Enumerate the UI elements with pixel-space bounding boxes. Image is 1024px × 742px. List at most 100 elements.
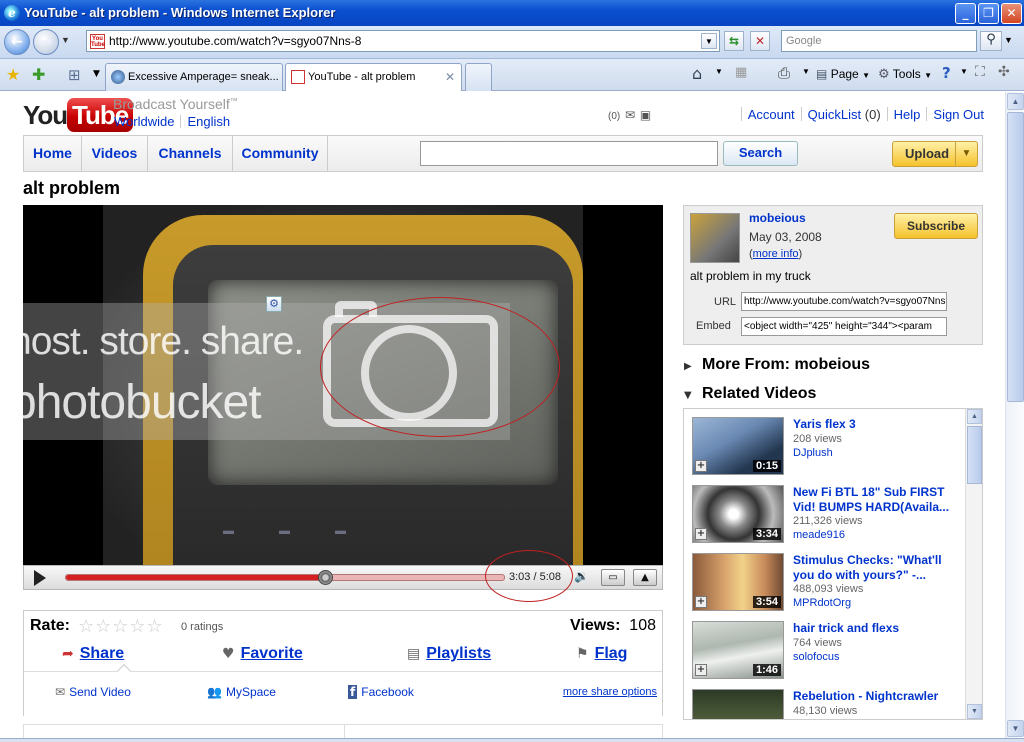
related-video-item[interactable]: Rebelution - Nightcrawler 48,130 views (692, 689, 962, 719)
fullscreen-icon[interactable]: ▲ (633, 569, 657, 586)
embed-field[interactable]: <object width="425" height="344"><param (741, 317, 947, 336)
favorite-button[interactable]: ♥ Favorite (222, 645, 303, 663)
page-menu[interactable]: ▤ Page ▼ (816, 67, 870, 81)
address-dropdown-button[interactable]: ▼ (701, 33, 717, 49)
help-dropdown[interactable]: ▼ (960, 67, 968, 76)
add-to-quicklist-icon[interactable]: + (695, 596, 707, 608)
related-user[interactable]: meade916 (793, 529, 845, 541)
send-video-link[interactable]: ✉ Send Video (55, 685, 131, 699)
related-title[interactable]: Stimulus Checks: "What'll you do with yo… (793, 553, 961, 583)
related-thumbnail[interactable]: + 0:15 (692, 417, 784, 475)
related-user[interactable]: MPRdotOrg (793, 597, 851, 609)
related-title[interactable]: Rebelution - Nightcrawler (793, 689, 961, 704)
flag-button[interactable]: ⚑ Flag (576, 645, 627, 663)
mail-icon[interactable]: ✉ (625, 108, 635, 122)
progress-bar[interactable] (65, 570, 505, 585)
language-link[interactable]: English (187, 114, 230, 129)
browser-search-button[interactable]: ⚲ (980, 31, 1002, 51)
address-field[interactable]: You Tube http://www.youtube.com/watch?v=s… (86, 30, 720, 52)
nav-home[interactable]: Home (24, 136, 82, 171)
page-scrollbar[interactable]: ▲ ▼ (1005, 92, 1024, 738)
tv-icon[interactable]: ▣ (640, 108, 651, 122)
print-dropdown[interactable]: ▼ (802, 67, 810, 76)
quicklist-link[interactable]: QuickList (808, 107, 861, 122)
nav-community[interactable]: Community (233, 136, 328, 171)
favorites-star-icon[interactable]: ★ (6, 65, 20, 84)
related-user[interactable]: DJplush (793, 447, 833, 459)
related-scroll-down[interactable]: ▼ (967, 704, 982, 719)
channel-avatar[interactable] (690, 213, 740, 263)
nav-channels[interactable]: Channels (148, 136, 233, 171)
scroll-thumb[interactable] (1007, 112, 1024, 402)
tab-youtube-alt-problem[interactable]: YouTube - alt problem ✕ (285, 63, 462, 91)
play-icon[interactable] (34, 570, 46, 586)
related-videos-header[interactable]: ▼ Related Videos (684, 385, 816, 403)
related-scrollbar[interactable]: ▲ ▼ (965, 409, 982, 719)
browser-search-field[interactable]: Google (781, 30, 977, 52)
related-video-item[interactable]: + 0:15 Yaris flex 3 208 views DJplush (692, 417, 962, 477)
playlists-button[interactable]: ▤ Playlists (407, 645, 491, 663)
related-video-item[interactable]: + 3:54 Stimulus Checks: "What'll you do … (692, 553, 962, 613)
sign-out-link[interactable]: Sign Out (933, 107, 984, 122)
channel-name-link[interactable]: mobeious (749, 211, 806, 225)
tab-excessive-amperage[interactable]: Excessive Amperage= sneak... (105, 63, 283, 91)
more-share-options-link[interactable]: more share options (563, 686, 657, 698)
account-link[interactable]: Account (748, 107, 795, 122)
home-dropdown[interactable]: ▼ (715, 67, 723, 76)
myspace-link[interactable]: 👥 MySpace (207, 685, 276, 699)
gear-icon[interactable]: ⚙ (266, 296, 282, 312)
url-field[interactable]: http://www.youtube.com/watch?v=sgyo07Nns… (741, 292, 947, 311)
volume-icon[interactable]: 🔉 (574, 569, 589, 583)
share-button[interactable]: ➦ Share (62, 645, 124, 663)
print-icon[interactable]: ⎙ (778, 64, 790, 82)
progress-scrubber[interactable] (318, 570, 333, 585)
site-search-input[interactable] (420, 141, 718, 166)
feeds-icon[interactable]: ▦ (735, 65, 747, 80)
add-to-quicklist-icon[interactable]: + (695, 460, 707, 472)
related-video-item[interactable]: + 1:46 hair trick and flexs 764 views so… (692, 621, 962, 681)
related-scroll-up[interactable]: ▲ (967, 409, 982, 424)
related-thumbnail[interactable]: + 3:54 (692, 553, 784, 611)
maximize-button[interactable]: ❐ (978, 3, 999, 24)
add-favorite-icon[interactable]: ✚ (32, 65, 45, 84)
toolbar-extension-icon[interactable]: ✣ (998, 64, 1010, 80)
related-thumbnail[interactable]: + 3:34 (692, 485, 784, 543)
help-icon[interactable]: ? (942, 64, 951, 82)
help-link[interactable]: Help (894, 107, 921, 122)
inbox-indicator[interactable]: (0) ✉ ▣ (608, 108, 651, 122)
minimize-button[interactable]: _ (955, 3, 976, 24)
tab-list-dropdown[interactable]: ▼ (93, 69, 100, 79)
related-video-item[interactable]: + 3:34 New Fi BTL 18" Sub FIRST Vid! BUM… (692, 485, 962, 545)
close-tab-icon[interactable]: ✕ (445, 70, 455, 84)
related-thumbnail[interactable]: + 1:46 (692, 621, 784, 679)
stop-button[interactable]: ✕ (750, 31, 770, 51)
more-from-header[interactable]: ▶ More From: mobeious (684, 356, 870, 374)
search-provider-dropdown[interactable]: ▼ (1004, 35, 1013, 45)
related-title[interactable]: Yaris flex 3 (793, 417, 961, 432)
related-user[interactable]: solofocus (793, 651, 839, 663)
nav-videos[interactable]: Videos (82, 136, 148, 171)
tools-menu[interactable]: ⚙ Tools ▼ (878, 67, 932, 82)
close-window-button[interactable]: ✕ (1001, 3, 1022, 24)
subscribe-button[interactable]: Subscribe (894, 213, 978, 239)
upload-button[interactable]: Upload ▼ (892, 141, 978, 167)
home-icon[interactable]: ⌂ (692, 64, 702, 83)
scroll-up-button[interactable]: ▲ (1007, 93, 1024, 110)
related-title[interactable]: New Fi BTL 18" Sub FIRST Vid! BUMPS HARD… (793, 485, 961, 515)
quick-tabs-icon[interactable]: ⊞ (68, 66, 81, 84)
add-to-quicklist-icon[interactable]: + (695, 528, 707, 540)
facebook-link[interactable]: f Facebook (348, 685, 414, 699)
address-url[interactable]: http://www.youtube.com/watch?v=sgyo07Nns… (109, 34, 361, 48)
rating-stars[interactable]: ☆☆☆☆☆ (78, 616, 164, 637)
worldwide-link[interactable]: Worldwide (114, 114, 174, 129)
scroll-down-button[interactable]: ▼ (1007, 720, 1024, 737)
popout-icon[interactable]: ▭ (601, 569, 625, 586)
add-to-quicklist-icon[interactable]: + (695, 664, 707, 676)
research-icon[interactable]: ⛶ (975, 64, 985, 80)
forward-button[interactable]: → (33, 29, 59, 55)
related-title[interactable]: hair trick and flexs (793, 621, 961, 636)
related-scroll-thumb[interactable] (967, 426, 982, 484)
more-info-link[interactable]: more info (753, 248, 799, 260)
new-tab-button[interactable] (465, 63, 492, 91)
upload-dropdown-icon[interactable]: ▼ (955, 142, 977, 166)
